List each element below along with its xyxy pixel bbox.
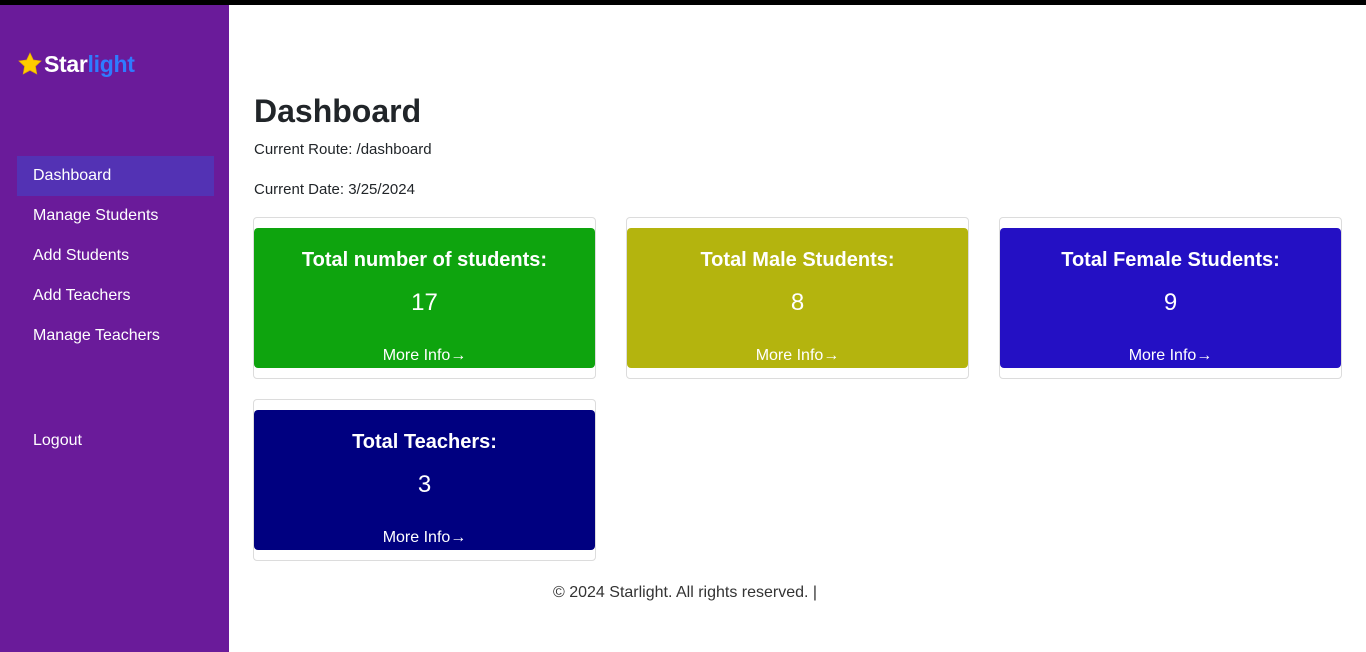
stat-card-male-students: Total Male Students: 8 More Info→ — [626, 217, 969, 379]
logout-link[interactable]: Logout — [33, 426, 82, 456]
card-body: Total Female Students: 9 More Info→ — [1000, 228, 1341, 368]
card-value: 3 — [417, 471, 432, 498]
stat-card-total-students: Total number of students: 17 More Info→ — [253, 217, 596, 379]
brand-name-part1: Star — [44, 50, 88, 77]
page-title: Dashboard — [254, 93, 422, 129]
sidebar-item-manage-students[interactable]: Manage Students — [17, 196, 214, 236]
card-title: Total number of students: — [301, 249, 548, 271]
sidebar-item-manage-teachers[interactable]: Manage Teachers — [17, 316, 214, 356]
card-body: Total Male Students: 8 More Info→ — [627, 228, 968, 368]
sidebar-nav: Dashboard Manage Students Add Students A… — [17, 156, 214, 356]
brand-logo[interactable]: Star light — [17, 48, 135, 80]
current-date: Current Date: 3/25/2024 — [254, 181, 415, 198]
brand-name-part2: light — [87, 50, 135, 77]
sidebar-item-add-teachers[interactable]: Add Teachers — [17, 276, 214, 316]
footer-copyright: © 2024 Starlight. All rights reserved. | — [553, 584, 818, 601]
stat-card-female-students: Total Female Students: 9 More Info→ — [999, 217, 1342, 379]
more-info-link[interactable]: More Info→ — [1000, 347, 1341, 365]
card-body: Total number of students: 17 More Info→ — [254, 228, 595, 368]
main-content: Dashboard Current Route: /dashboard Curr… — [229, 5, 1366, 652]
star-icon — [18, 52, 42, 75]
card-title: Total Female Students: — [1061, 249, 1280, 271]
card-value: 8 — [790, 289, 805, 316]
sidebar-item-add-students[interactable]: Add Students — [17, 236, 214, 276]
card-value: 17 — [411, 289, 438, 316]
more-info-link[interactable]: More Info→ — [254, 347, 595, 365]
stat-card-total-teachers: Total Teachers: 3 More Info→ — [253, 399, 596, 561]
card-title: Total Male Students: — [700, 249, 895, 271]
card-body: Total Teachers: 3 More Info→ — [254, 410, 595, 550]
more-info-link[interactable]: More Info→ — [254, 529, 595, 547]
sidebar-item-dashboard[interactable]: Dashboard — [17, 156, 214, 196]
current-route: Current Route: /dashboard — [254, 141, 432, 158]
card-value: 9 — [1163, 289, 1178, 316]
more-info-link[interactable]: More Info→ — [627, 347, 968, 365]
card-title: Total Teachers: — [352, 431, 497, 453]
sidebar: Star light Dashboard Manage Students Add … — [0, 5, 229, 652]
